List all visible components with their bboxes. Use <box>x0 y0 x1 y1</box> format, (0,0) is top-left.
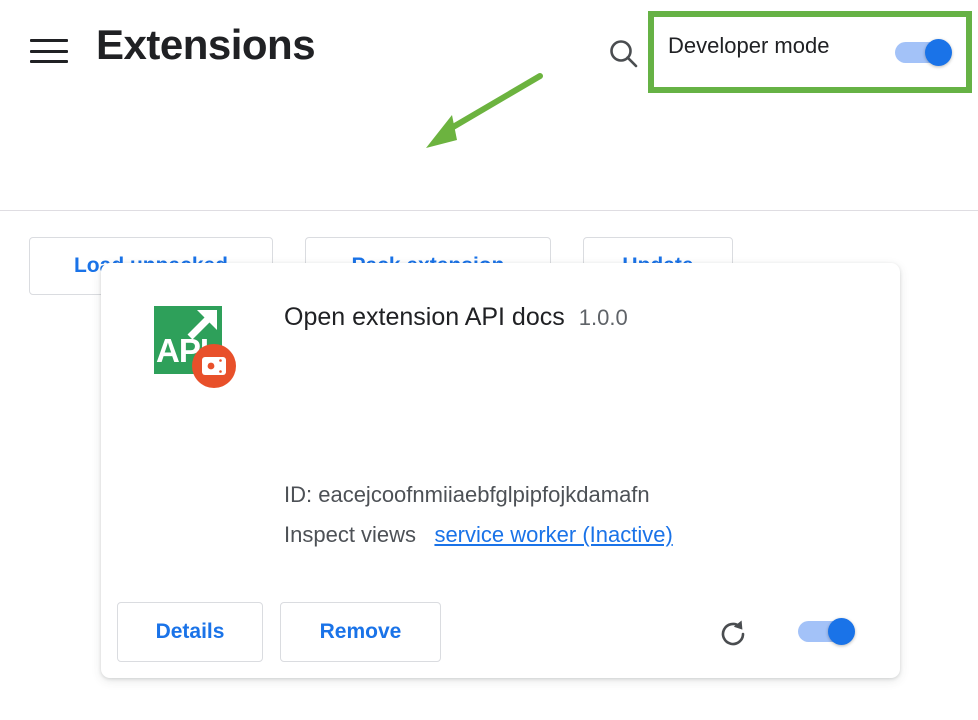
developer-mode-row: Developer mode <box>668 33 829 59</box>
reload-icon[interactable] <box>717 618 749 650</box>
extension-metadata: ID: eacejcoofnmiiaebfglpipfojkdamafn Ins… <box>284 475 673 555</box>
header-divider <box>0 210 978 211</box>
inspect-views-label: Inspect views <box>284 522 416 547</box>
arrow-up-right-icon <box>184 308 222 349</box>
service-worker-link[interactable]: service worker (Inactive) <box>434 522 672 547</box>
page-title: Extensions <box>96 21 315 69</box>
unpacked-extension-badge-icon <box>192 344 236 388</box>
toggle-switch-on[interactable] <box>798 618 858 644</box>
extension-title-row: Open extension API docs 1.0.0 <box>284 303 628 332</box>
hamburger-menu-icon[interactable] <box>30 36 68 66</box>
hamburger-bar <box>30 50 68 53</box>
extension-enable-toggle[interactable] <box>798 618 858 644</box>
extension-name: Open extension API docs <box>284 303 565 332</box>
details-button[interactable]: Details <box>117 602 263 662</box>
extension-version: 1.0.0 <box>579 305 628 331</box>
hamburger-bar <box>30 39 68 42</box>
toggle-thumb <box>925 39 952 66</box>
toggle-thumb <box>828 618 855 645</box>
extension-card: API Open extension API docs 1.0.0 ID: ea… <box>101 263 900 678</box>
hamburger-bar <box>30 60 68 63</box>
developer-mode-label: Developer mode <box>668 33 829 59</box>
developer-mode-toggle[interactable] <box>895 39 955 65</box>
api-docs-extension-icon: API <box>154 306 230 382</box>
extensions-toolbar: Load unpacked Pack extension Update <box>0 106 978 210</box>
page-header: Extensions Developer mode <box>0 0 978 106</box>
search-icon[interactable] <box>606 36 642 72</box>
remove-button[interactable]: Remove <box>280 602 441 662</box>
extension-id: ID: eacejcoofnmiiaebfglpipfojkdamafn <box>284 475 673 515</box>
toggle-switch-on[interactable] <box>895 39 955 65</box>
inspect-views-row: Inspect views service worker (Inactive) <box>284 515 673 555</box>
